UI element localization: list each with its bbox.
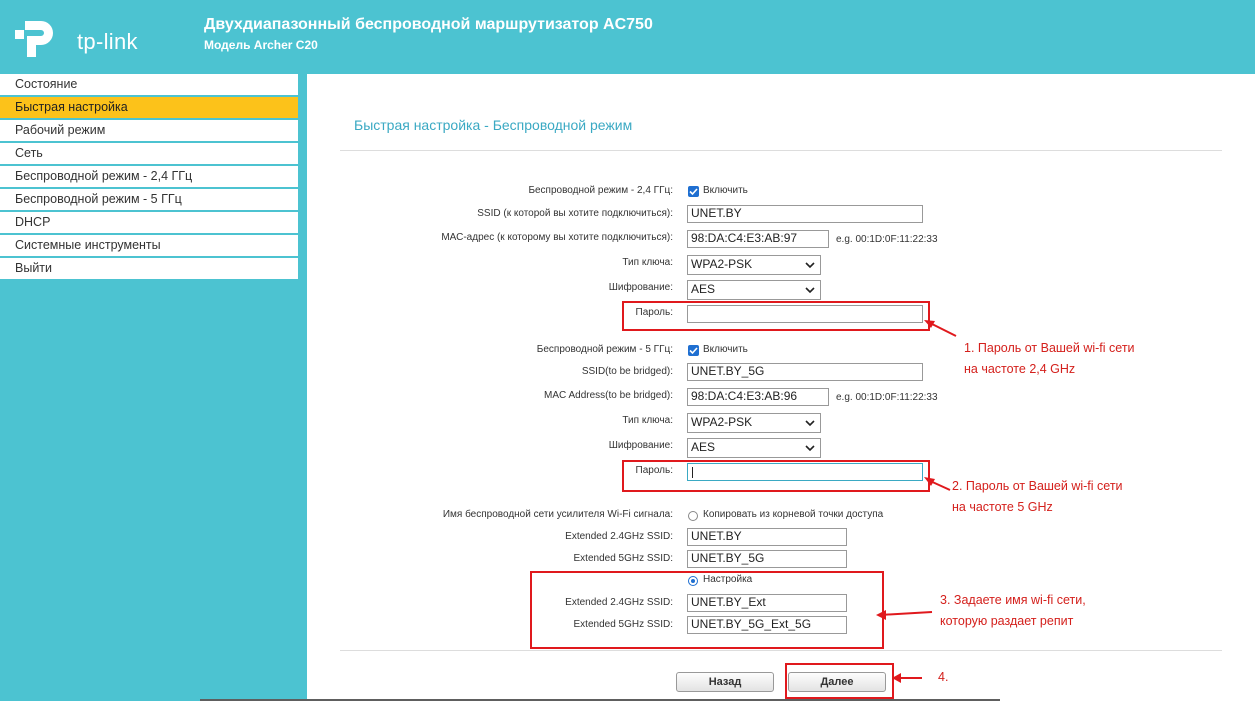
annotation-note-2-line2: на частоте 5 GHz (952, 500, 1053, 514)
annotation-note-3: 3. Задаете имя wi-fi сети, которую разда… (940, 590, 1086, 632)
annotation-note-2-line1: 2. Пароль от Вашей wi-fi сети (952, 479, 1123, 493)
annotation-note-3-line2: которую раздает репит (940, 614, 1074, 628)
annotation-note-3-line1: 3. Задаете имя wi-fi сети, (940, 593, 1086, 607)
annotation-note-1-line1: 1. Пароль от Вашей wi-fi сети (964, 341, 1135, 355)
annotation-note-2: 2. Пароль от Вашей wi-fi сети на частоте… (952, 476, 1123, 518)
annotation-note-4: 4. (938, 670, 949, 684)
annotation-note-1-line2: на частоте 2,4 GHz (964, 362, 1076, 376)
annotation-arrow-3 (879, 611, 933, 616)
annotation-note-1: 1. Пароль от Вашей wi-fi сети на частоте… (964, 338, 1135, 380)
